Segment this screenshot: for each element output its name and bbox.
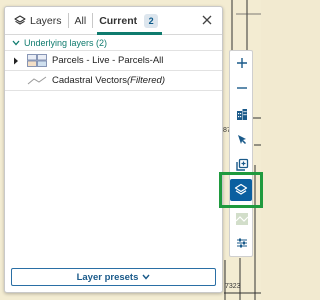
line-legend-icon: [27, 76, 47, 86]
basemap-button[interactable]: [230, 209, 254, 229]
close-button[interactable]: [200, 13, 214, 27]
tab-layers[interactable]: Layers: [5, 7, 68, 35]
parcels-legend-icon: [27, 54, 47, 67]
chevron-down-icon: [142, 274, 150, 280]
buildings-icon: [237, 108, 247, 120]
map-parcel-label: 7323: [225, 283, 241, 290]
buildings-button[interactable]: [230, 104, 254, 124]
zoom-in-button[interactable]: [230, 53, 254, 73]
cursor-icon: [238, 135, 247, 145]
map-toolbar: [219, 50, 263, 257]
caret-right-icon[interactable]: [13, 57, 23, 65]
layers-panel: Layers All Current 2 Underlying layers (…: [4, 6, 223, 293]
layers-icon: [14, 14, 26, 27]
sliders-icon: [237, 238, 247, 248]
minus-icon: [237, 87, 247, 89]
layer-presets-button[interactable]: Layer presets: [11, 268, 216, 286]
tab-all-label: All: [74, 14, 87, 27]
layer-filter-status: (Filtered): [126, 75, 165, 86]
layer-presets-label: Layer presets: [76, 271, 139, 283]
basemap-icon: [235, 213, 249, 225]
select-tool-button[interactable]: [230, 130, 254, 150]
tab-current[interactable]: Current 2: [93, 7, 163, 35]
chevron-down-icon: [12, 40, 20, 46]
layers-button[interactable]: [219, 172, 263, 208]
count-badge: 2: [144, 13, 159, 28]
tab-current-label: Current: [99, 14, 138, 27]
close-icon: [202, 15, 212, 25]
layer-row-parcels[interactable]: Parcels - Live - Parcels-All: [5, 51, 222, 71]
settings-button[interactable]: [230, 233, 254, 253]
layer-name: Cadastral Vectors: [52, 75, 127, 86]
layers-icon: [234, 183, 248, 195]
panel-tabs: Layers All Current 2: [5, 7, 222, 35]
layer-row-cadastral-vectors[interactable]: Cadastral Vectors (Filtered): [5, 71, 222, 91]
section-label: Underlying layers (2): [24, 37, 108, 48]
layer-name: Parcels - Live - Parcels-All: [52, 55, 164, 66]
tab-all[interactable]: All: [69, 7, 93, 35]
add-layer-icon: [236, 158, 249, 171]
plus-icon: [237, 58, 247, 68]
zoom-out-button[interactable]: [230, 78, 254, 98]
tab-layers-label: Layers: [30, 14, 62, 27]
section-underlying-layers[interactable]: Underlying layers (2): [5, 35, 222, 51]
layers-button-active: [230, 179, 252, 201]
